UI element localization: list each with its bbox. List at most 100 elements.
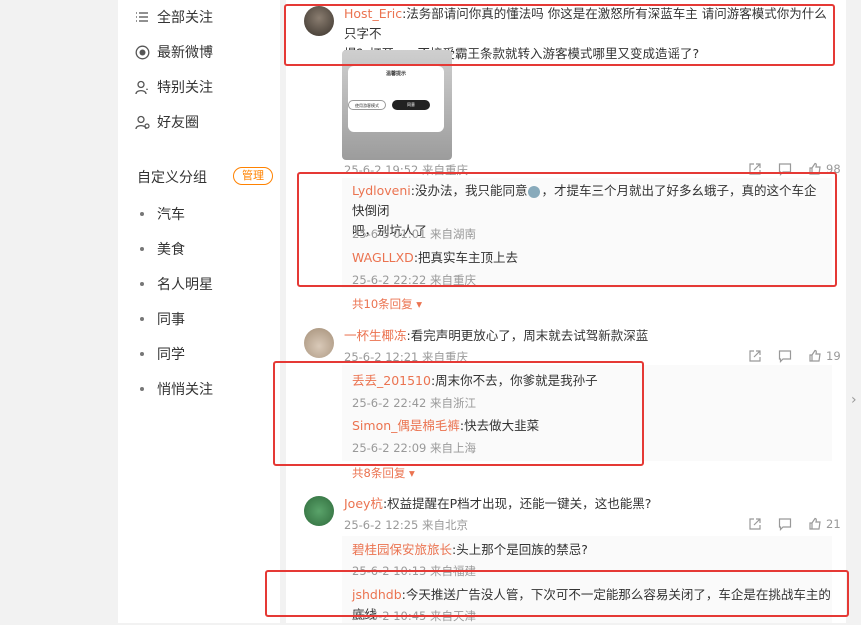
bullet-icon <box>140 352 144 356</box>
group-item-secret-following[interactable]: 悄悄关注 <box>140 379 213 399</box>
more-replies-label: 共10条回复 <box>352 297 413 311</box>
scroll-indicator[interactable]: › <box>851 392 859 408</box>
reply-meta: 25-6-2 10:13 来自福建 <box>352 564 477 578</box>
group-label: 汽车 <box>157 207 185 223</box>
comment-icon <box>778 350 792 363</box>
reply-text: 碧桂园保安旅旅长:头上那个是回族的禁忌? <box>352 540 822 560</box>
username-link[interactable]: 一杯生椰冻 <box>344 328 407 343</box>
reply-meta: 25-6-2 22:42 来自浙江 <box>352 396 477 410</box>
nav-friends-circle[interactable]: 好友圈 <box>134 111 199 133</box>
comment-meta: 25-6-2 19:52 来自重庆 <box>344 163 469 177</box>
radio-icon <box>134 44 150 60</box>
nav-label: 特别关注 <box>157 80 213 96</box>
share-icon <box>749 518 761 530</box>
like-button[interactable]: 21 <box>808 517 841 531</box>
user-star-icon <box>134 79 150 95</box>
image-dialog: 温馨提示 <box>348 66 444 132</box>
username-link[interactable]: Simon_偶是棉毛裤 <box>352 418 460 433</box>
comment-icon <box>778 518 792 531</box>
reply-meta: 25-6-2 22:09 来自上海 <box>352 441 477 455</box>
reply-text: 丢丢_201510:周末你不去，你爹就是我孙子 <box>352 371 822 391</box>
comment-body: :法务部请问你真的懂法吗 你这是在激怒所有深蓝车主 请问游客模式你为什么只字不 <box>344 6 827 41</box>
user-ring-icon <box>134 114 150 130</box>
image-btn-agree: 同意 <box>392 100 430 110</box>
reply-body: :周末你不去，你爹就是我孙子 <box>430 373 598 388</box>
comment-image-thumbnail[interactable]: 温馨提示 使用游客模式 同意 <box>342 50 452 160</box>
comment-button[interactable] <box>778 162 792 176</box>
emoji-avatar-icon <box>528 185 541 198</box>
username-link[interactable]: Lydloveni <box>352 183 411 198</box>
username-link[interactable]: jshdhdb <box>352 587 402 602</box>
avatar[interactable] <box>304 328 334 358</box>
like-count: 19 <box>826 349 841 363</box>
nav-special-following[interactable]: 特别关注 <box>134 76 213 98</box>
bullet-icon <box>140 387 144 391</box>
comment-button[interactable] <box>778 349 792 363</box>
comment-actions: 98 <box>748 162 841 176</box>
nav-label: 最新微博 <box>157 45 213 61</box>
manage-groups-button[interactable]: 管理 <box>233 167 273 185</box>
comment-body: :权益提醒在P档才出现，还能一键关，这也能黑? <box>382 496 652 511</box>
like-count: 21 <box>826 517 841 531</box>
avatar[interactable] <box>304 496 334 526</box>
like-button[interactable]: 19 <box>808 349 841 363</box>
thumbs-up-icon <box>809 517 821 530</box>
group-item-colleagues[interactable]: 同事 <box>140 309 185 329</box>
group-item-cars[interactable]: 汽车 <box>140 204 185 224</box>
thumbs-up-icon <box>809 162 821 175</box>
comment-button[interactable] <box>778 517 792 531</box>
left-sidebar: 全部关注 最新微博 特别关注 好友圈 自定义分组 管理 汽车 美食 名人明星 同… <box>118 0 280 623</box>
comment-text: 一杯生椰冻:看完声明更放心了，周末就去试驾新款深蓝 <box>344 326 834 346</box>
group-label: 同学 <box>157 347 185 363</box>
more-replies-link[interactable]: 共8条回复 ▾ <box>352 465 415 481</box>
username-link[interactable]: 碧桂园保安旅旅长 <box>352 542 452 557</box>
nav-all-following[interactable]: 全部关注 <box>134 6 213 28</box>
avatar[interactable] <box>304 6 334 36</box>
image-btn-guest: 使用游客模式 <box>348 100 386 110</box>
reply-text: WAGLLXD:把真实车主顶上去 <box>352 248 822 268</box>
comment-actions: 19 <box>748 349 841 363</box>
group-item-classmates[interactable]: 同学 <box>140 344 185 364</box>
group-label: 悄悄关注 <box>157 382 213 398</box>
more-replies-link[interactable]: 共10条回复 ▾ <box>352 296 422 312</box>
group-label: 名人明星 <box>157 277 213 293</box>
group-item-celebrities[interactable]: 名人明星 <box>140 274 213 294</box>
like-button[interactable]: 98 <box>808 162 841 176</box>
bullet-icon <box>140 247 144 251</box>
nav-label: 好友圈 <box>157 115 199 131</box>
comment-actions: 21 <box>748 517 841 531</box>
chevron-down-icon: ▾ <box>408 466 415 480</box>
share-button[interactable] <box>748 162 762 176</box>
custom-group-title: 自定义分组 <box>137 170 207 186</box>
chevron-down-icon: ▾ <box>416 297 423 311</box>
nav-label: 全部关注 <box>157 10 213 26</box>
share-button[interactable] <box>748 349 762 363</box>
reply-body: :快去做大韭菜 <box>459 418 540 433</box>
image-dialog-title: 温馨提示 <box>385 71 406 77</box>
reply-text: Simon_偶是棉毛裤:快去做大韭菜 <box>352 416 822 436</box>
list-icon <box>134 9 150 25</box>
comment-meta: 25-6-2 12:25 来自北京 <box>344 518 469 532</box>
nav-latest-weibo[interactable]: 最新微博 <box>134 41 213 63</box>
bullet-icon <box>140 212 144 216</box>
share-button[interactable] <box>748 517 762 531</box>
username-link[interactable]: Host_Eric <box>344 6 402 21</box>
group-label: 美食 <box>157 242 185 258</box>
reply-body: :没办法，我只能同意 <box>410 183 528 198</box>
group-label: 同事 <box>157 312 185 328</box>
comment-icon <box>778 163 792 176</box>
more-replies-label: 共8条回复 <box>352 466 406 480</box>
comment-body: :看完声明更放心了，周末就去试驾新款深蓝 <box>406 328 649 343</box>
reply-body: :头上那个是回族的禁忌? <box>452 542 588 557</box>
like-count: 98 <box>826 162 841 176</box>
username-link[interactable]: Joey杭 <box>344 496 383 511</box>
username-link[interactable]: WAGLLXD <box>352 250 414 265</box>
reply-meta: 25-6-3 01:01 来自湖南 <box>352 227 477 241</box>
username-link[interactable]: 丢丢_201510 <box>352 373 431 388</box>
bullet-icon <box>140 317 144 321</box>
comment-text: Joey杭:权益提醒在P档才出现，还能一键关，这也能黑? <box>344 494 834 514</box>
reply-meta: 25-6-2 10:45 来自天津 <box>352 609 477 623</box>
share-icon <box>749 163 761 175</box>
group-item-food[interactable]: 美食 <box>140 239 185 259</box>
reply-body: :把真实车主顶上去 <box>413 250 519 265</box>
